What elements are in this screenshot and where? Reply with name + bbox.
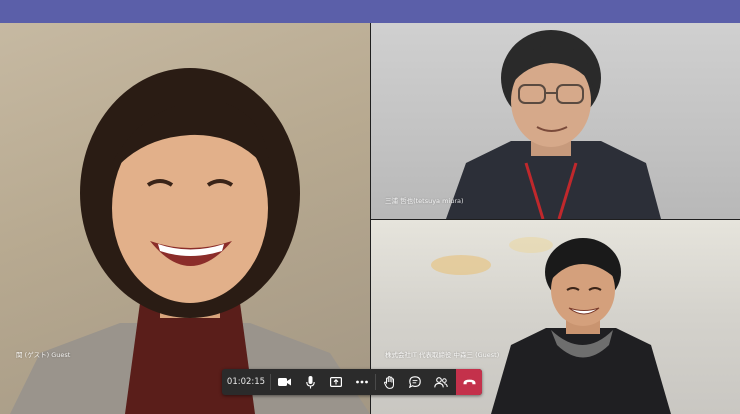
microphone-icon xyxy=(305,375,315,388)
participant-name-label: 株式会社IT 代表取締役 中森三 (Guest) xyxy=(385,351,500,359)
participants-icon xyxy=(434,376,448,387)
participant-name-label: 関 (ゲスト) Guest xyxy=(16,351,71,359)
participant-name-label: 三浦 哲也(tetsuya miura) xyxy=(385,197,464,205)
hang-up-button[interactable] xyxy=(456,369,482,395)
chat-icon xyxy=(409,376,421,388)
camera-button[interactable] xyxy=(271,369,297,395)
more-options-icon xyxy=(356,380,368,384)
hang-up-icon xyxy=(463,379,475,385)
participants-button[interactable] xyxy=(428,369,454,395)
raise-hand-icon xyxy=(383,375,394,389)
microphone-button[interactable] xyxy=(297,369,323,395)
chat-button[interactable] xyxy=(402,369,428,395)
call-controls-toolbar: 01:02:15 xyxy=(222,369,482,395)
call-timer: 01:02:15 xyxy=(226,377,266,387)
share-screen-button[interactable] xyxy=(323,369,349,395)
raise-hand-button[interactable] xyxy=(376,369,402,395)
video-tile-main[interactable]: 関 (ゲスト) Guest xyxy=(0,23,370,414)
camera-icon xyxy=(277,378,291,386)
share-screen-icon xyxy=(330,377,342,387)
video-tile-top-right[interactable]: 三浦 哲也(tetsuya miura) xyxy=(371,23,740,219)
more-options-button[interactable] xyxy=(349,369,375,395)
top-bar xyxy=(0,0,740,23)
participant-video-man-glasses xyxy=(446,30,661,219)
